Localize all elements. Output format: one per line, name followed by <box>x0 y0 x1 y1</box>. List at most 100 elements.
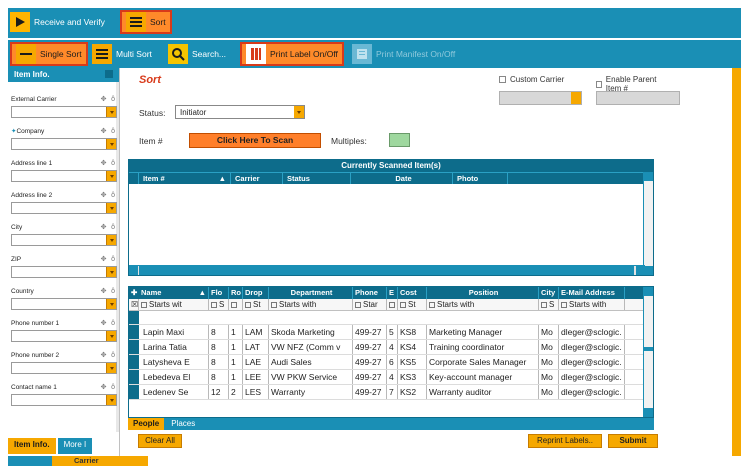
country-input[interactable] <box>11 298 117 310</box>
filter-clear-icon[interactable]: ☒ <box>129 299 139 310</box>
row-selector[interactable] <box>129 385 139 399</box>
chevron-down-icon[interactable] <box>106 363 116 373</box>
chevron-down-icon[interactable] <box>106 203 116 213</box>
field-tools-icon[interactable]: ✥ ô <box>101 287 117 295</box>
table-row[interactable]: Latysheva E 8 1 LAE Audi Sales 499-27 6 … <box>129 355 653 370</box>
filter-icon[interactable] <box>429 301 435 308</box>
filter-e[interactable] <box>387 299 398 310</box>
people-grid-vscroll[interactable] <box>643 287 653 417</box>
row-selector[interactable] <box>129 370 139 384</box>
chevron-down-icon[interactable] <box>106 171 116 181</box>
scanned-grid-vscroll[interactable] <box>643 172 653 275</box>
city-input[interactable] <box>11 234 117 246</box>
column-header-status[interactable]: Status <box>283 173 351 184</box>
table-row[interactable]: Lapin Maxi 8 1 LAM Skoda Marketing 499-2… <box>129 325 653 340</box>
field-tools-icon[interactable]: ✥ ô <box>101 95 117 103</box>
chevron-down-icon[interactable] <box>106 235 116 245</box>
chevron-down-icon[interactable] <box>294 106 304 118</box>
filter-icon[interactable] <box>541 301 547 308</box>
tab-item-info[interactable]: Item Info. <box>8 438 56 454</box>
address-line-1-input[interactable] <box>11 170 117 182</box>
filter-room[interactable] <box>229 299 243 310</box>
field-tools-icon[interactable]: ✥ ô <box>101 255 117 263</box>
filter-icon[interactable] <box>271 301 277 308</box>
parent-item-input[interactable] <box>596 91 680 105</box>
row-selector[interactable] <box>129 355 139 369</box>
filter-icon[interactable] <box>141 301 147 308</box>
row-selector[interactable] <box>129 325 139 339</box>
print-manifest-toggle[interactable]: Print Manifest On/Off <box>352 43 455 65</box>
scanned-grid-hscroll[interactable] <box>129 265 645 275</box>
column-header-carrier[interactable]: Carrier <box>231 173 283 184</box>
row-selector[interactable] <box>129 340 139 354</box>
chevron-down-icon[interactable] <box>106 139 116 149</box>
chevron-down-icon[interactable] <box>106 107 116 117</box>
receive-verify-button[interactable]: Receive and Verify <box>10 11 105 33</box>
phone-number-2-input[interactable] <box>11 362 117 374</box>
chevron-down-icon[interactable] <box>106 299 116 309</box>
scroll-up-icon[interactable] <box>644 287 653 296</box>
filter-floor[interactable]: S <box>209 299 229 310</box>
phone-number-1-input[interactable] <box>11 330 117 342</box>
field-tools-icon[interactable]: ✥ ô <box>101 127 117 135</box>
company-input[interactable] <box>11 138 117 150</box>
clear-all-button[interactable]: Clear All <box>138 434 182 448</box>
filter-name[interactable]: Starts wit <box>139 299 209 310</box>
table-row[interactable]: Ledenev Se 12 2 LES Warranty 499-27 7 KS… <box>129 385 653 400</box>
tab-people[interactable]: People <box>128 418 165 430</box>
contact-name-1-input[interactable] <box>11 394 117 406</box>
add-row-icon[interactable]: ✚ <box>129 287 139 299</box>
column-header-city[interactable]: City <box>539 287 559 299</box>
filter-icon[interactable] <box>211 301 217 308</box>
tab-carrier[interactable]: Carrier <box>52 456 148 466</box>
column-header-department[interactable]: Department <box>269 287 353 299</box>
filter-city[interactable]: S <box>539 299 559 310</box>
search-button[interactable]: Search... <box>168 43 226 65</box>
field-tools-icon[interactable]: ✥ ô <box>101 351 117 359</box>
checkbox-box[interactable] <box>596 80 602 88</box>
tab-more-info[interactable]: More I <box>57 438 93 454</box>
table-row[interactable]: Lebedeva El 8 1 LEE VW PKW Service 499-2… <box>129 370 653 385</box>
status-select[interactable]: Initiator <box>175 105 305 119</box>
scroll-thumb[interactable] <box>139 266 634 275</box>
multiples-input[interactable] <box>389 133 410 147</box>
filter-icon[interactable] <box>245 301 251 308</box>
multi-sort-button[interactable]: Multi Sort <box>92 43 152 65</box>
filter-icon[interactable] <box>355 301 361 308</box>
scroll-thumb[interactable] <box>644 347 653 351</box>
filter-phone[interactable]: Star <box>353 299 387 310</box>
filter-drop[interactable]: St <box>243 299 269 310</box>
chevron-down-icon[interactable] <box>106 267 116 277</box>
field-tools-icon[interactable]: ✥ ô <box>101 223 117 231</box>
filter-icon[interactable] <box>561 301 567 308</box>
field-tools-icon[interactable]: ✥ ô <box>101 383 117 391</box>
filter-cost[interactable]: St <box>398 299 427 310</box>
custom-carrier-checkbox[interactable]: Custom Carrier <box>499 75 564 84</box>
column-header-date[interactable]: Date <box>351 173 453 184</box>
collapse-icon[interactable] <box>105 70 113 78</box>
scroll-left-icon[interactable] <box>129 266 138 275</box>
field-tools-icon[interactable]: ✥ ô <box>101 319 117 327</box>
column-header-floor[interactable]: Flo <box>209 287 229 299</box>
filter-icon[interactable] <box>400 301 406 308</box>
filter-email[interactable]: Starts with <box>559 299 625 310</box>
zip-input[interactable] <box>11 266 117 278</box>
right-side-panel-tab[interactable] <box>732 68 741 456</box>
column-header-position[interactable]: Position <box>427 287 539 299</box>
column-header-cost[interactable]: Cost <box>398 287 427 299</box>
scroll-down-icon[interactable] <box>644 408 653 417</box>
column-header-room[interactable]: Ro <box>229 287 243 299</box>
scroll-right-icon[interactable] <box>636 266 645 275</box>
column-header-name[interactable]: Name ▲ <box>139 287 209 299</box>
custom-carrier-dropdown[interactable] <box>499 91 582 105</box>
reprint-labels-button[interactable]: Reprint Labels.. <box>528 434 602 448</box>
column-header-photo[interactable]: Photo <box>453 173 508 184</box>
filter-position[interactable]: Starts with <box>427 299 539 310</box>
sort-button[interactable]: Sort <box>120 10 172 34</box>
row-selector[interactable] <box>129 311 139 324</box>
tab-places[interactable]: Places <box>166 418 201 430</box>
column-header-email[interactable]: E-Mail Address <box>559 287 625 299</box>
field-tools-icon[interactable]: ✥ ô <box>101 191 117 199</box>
print-label-toggle[interactable]: Print Label On/Off <box>240 42 344 66</box>
table-row[interactable]: Larina Tatia 8 1 LAT VW NFZ (Comm v 499-… <box>129 340 653 355</box>
